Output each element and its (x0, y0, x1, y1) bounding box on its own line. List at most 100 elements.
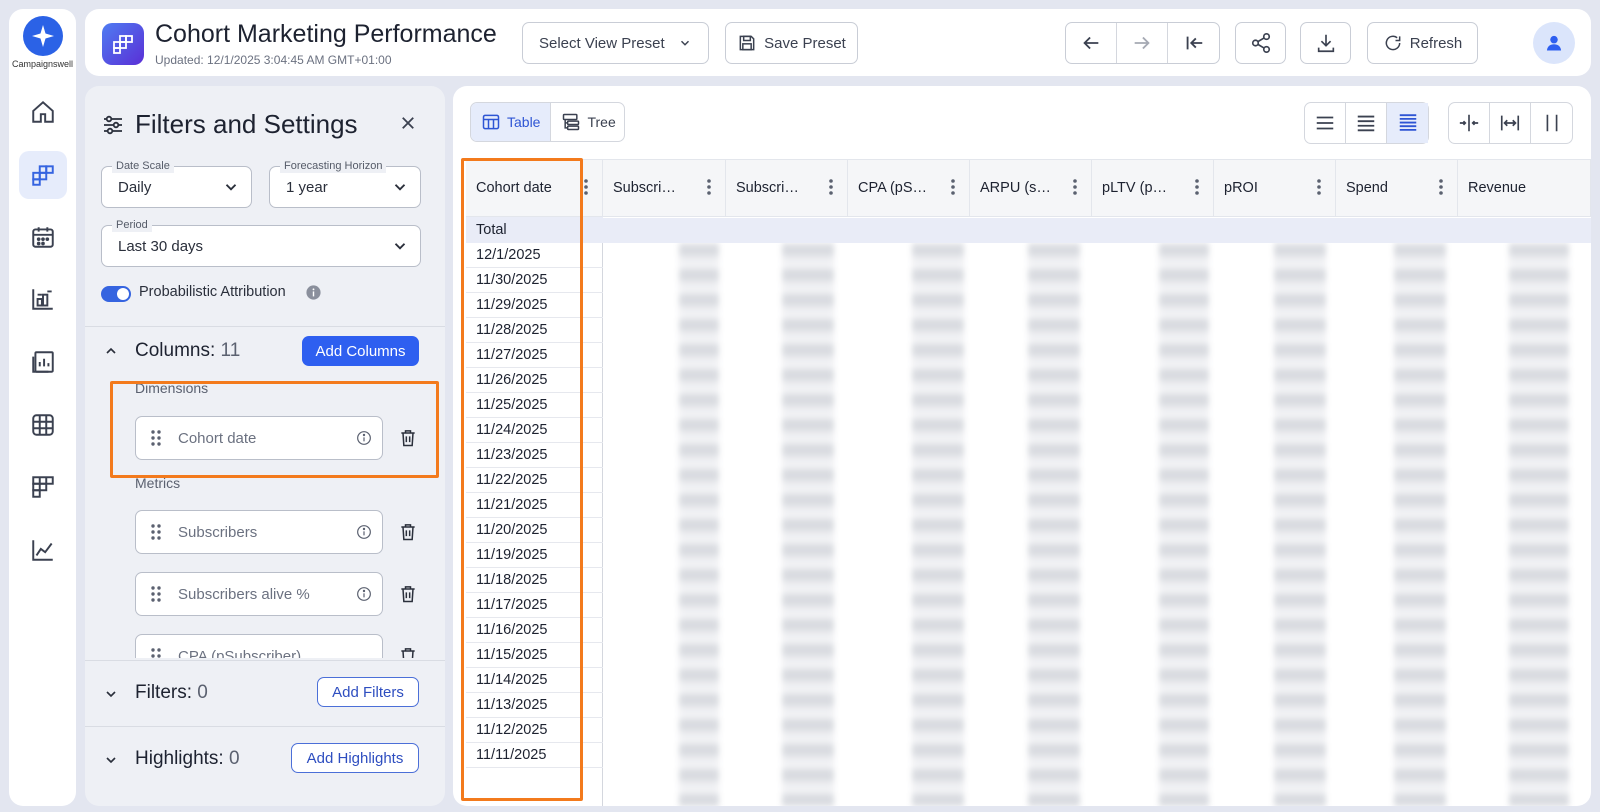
columns-wide-button[interactable] (1531, 103, 1572, 143)
column-header-label: Spend (1346, 180, 1388, 196)
density-compact-button[interactable] (1305, 103, 1346, 143)
column-menu-icon[interactable] (1073, 179, 1077, 195)
add-filters-button[interactable]: Add Filters (317, 677, 419, 707)
metric-list-clip: CPA (pSubscriber) (85, 634, 445, 658)
column-header[interactable]: pLTV (p… (1092, 160, 1214, 217)
add-columns-button[interactable]: Add Columns (302, 336, 419, 366)
info-icon[interactable] (356, 586, 372, 602)
column-header-label: ARPU (s… (980, 180, 1051, 196)
column-menu-icon[interactable] (829, 179, 833, 195)
tab-tree[interactable]: Tree (551, 103, 625, 141)
chevron-down-icon[interactable] (103, 686, 119, 702)
period-select[interactable]: Period Last 30 days (101, 218, 421, 267)
column-menu-icon[interactable] (1317, 179, 1321, 195)
drag-handle-icon[interactable] (150, 585, 162, 603)
column-header[interactable]: Revenue (1458, 160, 1591, 217)
column-menu-icon[interactable] (707, 179, 711, 195)
forward-button[interactable] (1117, 23, 1168, 63)
brand-logo (22, 16, 63, 56)
chevron-up-icon[interactable] (103, 343, 119, 359)
line-chart-nav-icon[interactable] (19, 526, 67, 574)
column-menu-icon[interactable] (1439, 179, 1443, 195)
download-icon (1317, 34, 1334, 53)
tab-table[interactable]: Table (471, 103, 552, 141)
add-highlights-button[interactable]: Add Highlights (291, 743, 419, 773)
compress-columns-icon (1459, 114, 1479, 132)
back-button[interactable] (1066, 23, 1117, 63)
refresh-button[interactable]: Refresh (1367, 22, 1478, 64)
redacted-column (912, 243, 964, 806)
density-standard-button[interactable] (1346, 103, 1387, 143)
download-button[interactable] (1300, 22, 1351, 64)
chevron-down-icon[interactable] (103, 752, 119, 768)
period-label: Period (112, 218, 152, 232)
metric-chip-subscribers[interactable]: Subscribers (135, 510, 383, 554)
column-header-label: pLTV (p… (1102, 180, 1168, 196)
close-icon[interactable] (399, 114, 417, 132)
column-header[interactable]: Spend (1336, 160, 1458, 217)
column-divider-icon (1546, 114, 1557, 132)
date-scale-select[interactable]: Date Scale Daily (101, 159, 252, 208)
redacted-column (1509, 243, 1569, 806)
forecasting-horizon-value: 1 year (286, 179, 328, 196)
highlights-title: Highlights: (135, 748, 224, 769)
first-button[interactable] (1168, 23, 1219, 63)
arrow-to-start-icon (1186, 36, 1202, 50)
chip-label: Subscribers (178, 524, 258, 541)
avatar[interactable] (1533, 22, 1575, 64)
density-comfortable-button[interactable] (1387, 103, 1428, 143)
report-nav-icon[interactable] (19, 338, 67, 386)
info-icon[interactable] (305, 284, 322, 301)
column-header[interactable]: pROI (1214, 160, 1336, 217)
column-header-label: Revenue (1468, 180, 1527, 196)
page-title: Cohort Marketing Performance (155, 20, 497, 48)
metric-chip-cpa[interactable]: CPA (pSubscriber) (135, 634, 383, 658)
info-icon[interactable] (356, 524, 372, 540)
toggle-knob (117, 288, 129, 300)
columns-section-title: Columns: 11 (135, 340, 240, 362)
drag-handle-icon[interactable] (150, 523, 162, 541)
redacted-column (679, 243, 719, 806)
trash-icon[interactable] (398, 522, 418, 542)
heatmap-nav-icon[interactable] (19, 401, 67, 449)
column-width-group (1448, 102, 1573, 144)
refresh-label: Refresh (1409, 34, 1463, 52)
lines-4-icon (1357, 115, 1375, 132)
home-nav-icon[interactable] (19, 88, 67, 136)
column-header[interactable]: Subscri… (726, 160, 848, 217)
highlights-section-title: Highlights: 0 (135, 748, 240, 770)
column-menu-icon[interactable] (584, 179, 588, 195)
forecasting-horizon-select[interactable]: Forecasting Horizon 1 year (269, 159, 421, 208)
redacted-column (782, 243, 834, 806)
column-menu-icon[interactable] (1195, 179, 1199, 195)
save-preset-button[interactable]: Save Preset (725, 22, 858, 64)
matrix-nav-icon[interactable] (19, 463, 67, 511)
analytics-nav-icon[interactable] (19, 275, 67, 323)
chevron-down-icon (394, 184, 406, 191)
view-preset-select[interactable]: Select View Preset (522, 22, 709, 64)
columns-fit-button[interactable] (1490, 103, 1531, 143)
columns-narrow-button[interactable] (1449, 103, 1490, 143)
metric-chip-subscribers-alive[interactable]: Subscribers alive % (135, 572, 383, 616)
expand-columns-icon (1500, 115, 1520, 131)
column-header[interactable]: ARPU (s… (970, 160, 1092, 217)
trash-icon[interactable] (398, 646, 418, 658)
cohort-nav-icon[interactable] (19, 151, 67, 199)
filters-section-title: Filters: 0 (135, 682, 208, 704)
redacted-metric-values (604, 243, 1591, 806)
columns-title: Columns: (135, 340, 216, 361)
column-header[interactable]: Subscri… (603, 160, 726, 217)
drag-handle-icon[interactable] (150, 647, 162, 658)
filters-count: 0 (197, 682, 208, 703)
column-header[interactable]: CPA (pS… (848, 160, 970, 217)
column-menu-icon[interactable] (951, 179, 955, 195)
brand[interactable]: Campaignswell (9, 16, 76, 69)
probabilistic-attribution-toggle[interactable] (101, 286, 131, 302)
trash-icon[interactable] (398, 584, 418, 604)
table-icon (482, 114, 500, 130)
user-icon (1546, 35, 1562, 51)
share-button[interactable] (1235, 22, 1286, 64)
column-header-label: CPA (pS… (858, 180, 928, 196)
calendar-nav-icon[interactable] (19, 213, 67, 261)
probabilistic-attribution-label: Probabilistic Attribution (139, 284, 286, 300)
